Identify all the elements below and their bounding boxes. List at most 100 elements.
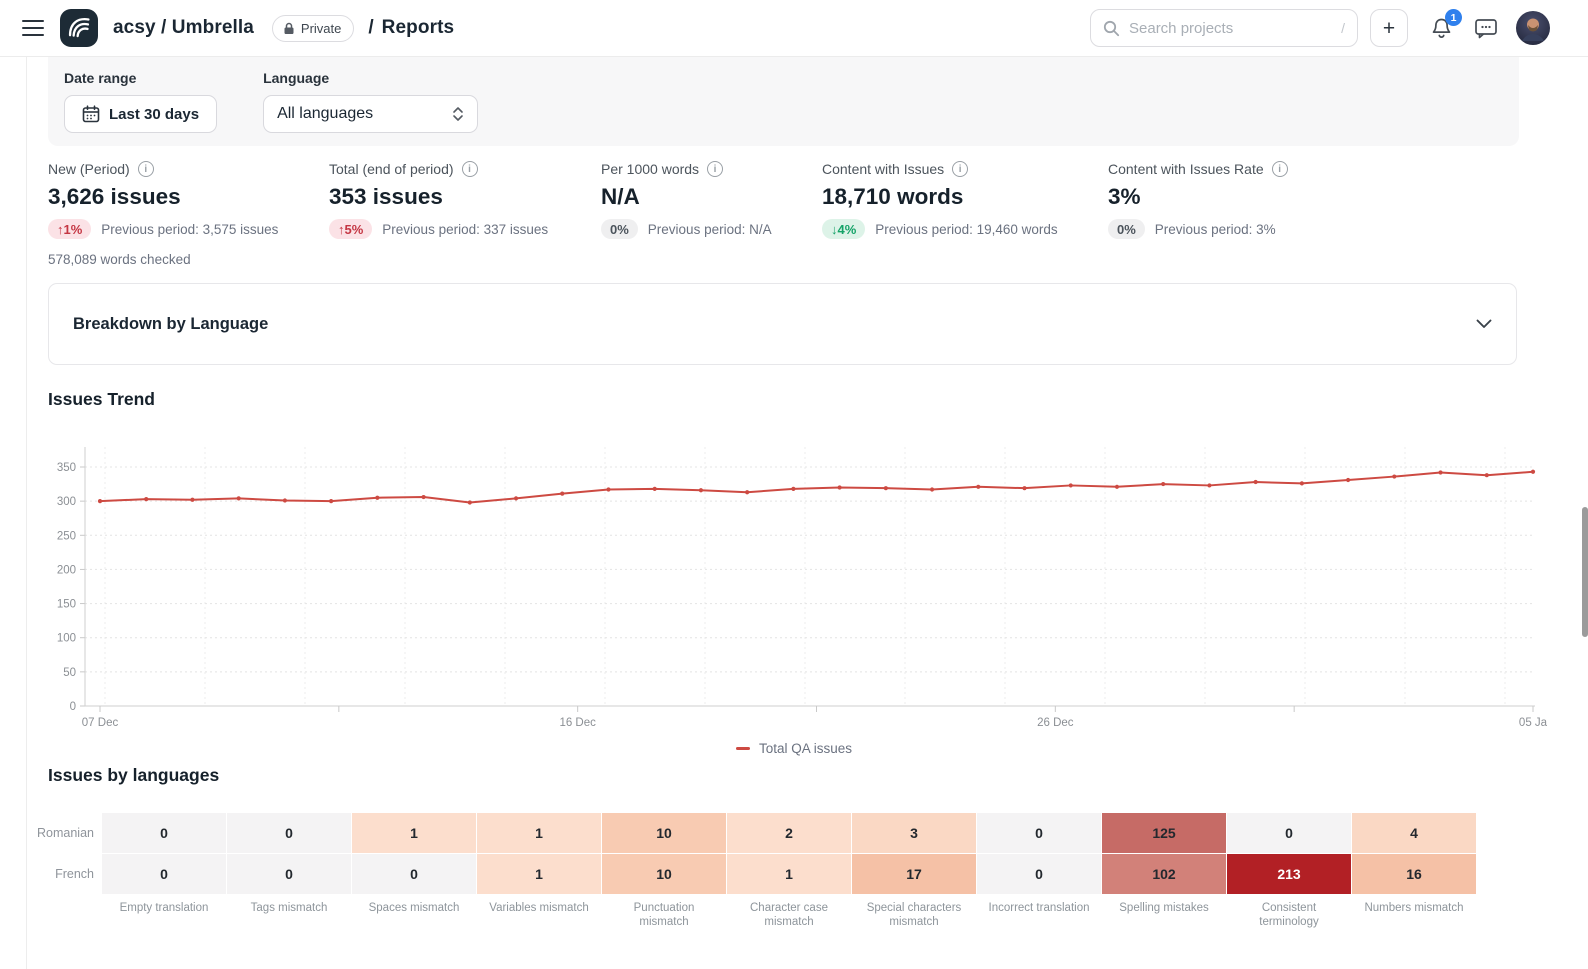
stat-value: 18,710 words — [822, 184, 1108, 210]
search-input[interactable] — [1129, 20, 1332, 37]
stat-value: 3% — [1108, 184, 1288, 210]
heatmap-cell[interactable]: 1 — [727, 854, 851, 894]
stat-previous-period: Previous period: 337 issues — [382, 222, 548, 237]
heatmap-row-label: Romanian — [48, 813, 102, 853]
notification-badge: 1 — [1445, 9, 1462, 26]
heatmap-cell[interactable]: 102 — [1102, 854, 1226, 894]
heatmap-row-label: French — [48, 854, 102, 894]
language-label: Language — [263, 70, 478, 86]
create-new-button[interactable]: + — [1370, 9, 1408, 47]
info-icon[interactable]: i — [462, 161, 478, 177]
heatmap-cell[interactable]: 1 — [352, 813, 476, 853]
info-icon[interactable]: i — [707, 161, 723, 177]
stat-previous-period: Previous period: 19,460 words — [875, 222, 1057, 237]
heatmap-cell[interactable]: 0 — [352, 854, 476, 894]
filters-panel: Date range Last 30 days Language All lan… — [48, 57, 1519, 146]
user-avatar[interactable] — [1516, 11, 1550, 45]
select-arrows-icon — [452, 106, 464, 122]
info-icon[interactable]: i — [952, 161, 968, 177]
heatmap-cell[interactable]: 0 — [1227, 813, 1351, 853]
stat-value: N/A — [601, 184, 822, 210]
date-range-button[interactable]: Last 30 days — [64, 95, 217, 133]
heatmap-cell[interactable]: 10 — [602, 854, 726, 894]
lock-icon — [283, 22, 295, 35]
breadcrumb-project[interactable]: acsy / Umbrella — [113, 17, 254, 39]
stat-words-checked: 578,089 words checked — [48, 252, 329, 267]
notifications-button[interactable]: 1 — [1430, 16, 1453, 40]
privacy-badge: Private — [272, 15, 354, 42]
svg-text:05 Ja: 05 Ja — [1519, 717, 1548, 729]
stat-delta-badge: ↑5% — [329, 219, 372, 239]
language-select-value: All languages — [277, 105, 373, 123]
heatmap-cell[interactable]: 17 — [852, 854, 976, 894]
svg-text:50: 50 — [63, 667, 76, 679]
svg-text:100: 100 — [57, 633, 76, 645]
date-range-label: Date range — [64, 70, 217, 86]
heatmap-cell[interactable]: 0 — [977, 854, 1101, 894]
navbar-right: / + 1 — [1090, 9, 1550, 47]
stat-value: 353 issues — [329, 184, 601, 210]
issues-trend-title: Issues Trend — [48, 389, 155, 410]
chat-icon — [1474, 17, 1498, 39]
stat-previous-period: Previous period: N/A — [648, 222, 772, 237]
avatar-photo — [1516, 11, 1550, 45]
heatmap-cell[interactable]: 3 — [852, 813, 976, 853]
calendar-icon — [82, 105, 100, 123]
reports-page: acsy / Umbrella Private / Reports / + — [0, 0, 1588, 969]
heatmap-cell[interactable]: 1 — [477, 813, 601, 853]
stat-label: Content with Issues — [822, 161, 944, 177]
breadcrumb-separator: / — [368, 17, 373, 39]
heatmap-cell[interactable]: 125 — [1102, 813, 1226, 853]
heatmap-column-label: Incorrect translation — [977, 902, 1101, 929]
stat-card: New (Period)i3,626 issues↑1%Previous per… — [48, 161, 329, 267]
svg-text:150: 150 — [57, 599, 76, 611]
heatmap-cell[interactable]: 10 — [602, 813, 726, 853]
feedback-button[interactable] — [1474, 17, 1498, 39]
stat-previous-period: Previous period: 3% — [1155, 222, 1276, 237]
heatmap-cell[interactable]: 0 — [102, 813, 226, 853]
heatmap-column-label: Spelling mistakes — [1102, 902, 1226, 929]
stat-label: Total (end of period) — [329, 161, 454, 177]
heatmap-cell[interactable]: 4 — [1352, 813, 1476, 853]
app-logo[interactable] — [60, 9, 98, 47]
heatmap-cell[interactable]: 0 — [977, 813, 1101, 853]
issues-trend-chart: 05010015020025030035007 Dec16 Dec26 Dec0… — [0, 440, 1588, 732]
issues-by-languages-title: Issues by languages — [48, 765, 219, 786]
info-icon[interactable]: i — [138, 161, 154, 177]
stat-card: Content with Issues Ratei3%0%Previous pe… — [1108, 161, 1288, 267]
heatmap-column-label: Empty translation — [102, 902, 226, 929]
date-range-value: Last 30 days — [109, 106, 199, 123]
heatmap-cell[interactable]: 2 — [727, 813, 851, 853]
heatmap-cell[interactable]: 16 — [1352, 854, 1476, 894]
svg-text:07 Dec: 07 Dec — [82, 717, 119, 729]
breakdown-title: Breakdown by Language — [73, 315, 268, 334]
privacy-badge-label: Private — [301, 21, 341, 36]
stats-row: New (Period)i3,626 issues↑1%Previous per… — [48, 161, 1519, 267]
heatmap-cell[interactable]: 0 — [102, 854, 226, 894]
heatmap-cell[interactable]: 0 — [227, 813, 351, 853]
svg-text:250: 250 — [57, 530, 76, 542]
page-title: Reports — [382, 17, 455, 39]
chart-legend-item[interactable]: Total QA issues — [0, 741, 1588, 756]
svg-text:26 Dec: 26 Dec — [1037, 717, 1074, 729]
heatmap-cell[interactable]: 1 — [477, 854, 601, 894]
heatmap-column-label: Consistent terminology — [1227, 902, 1351, 929]
search-box: / — [1090, 9, 1358, 47]
heatmap-column-label: Special characters mismatch — [852, 902, 976, 929]
breakdown-by-language-card[interactable]: Breakdown by Language — [48, 283, 1517, 365]
search-shortcut-hint: / — [1341, 20, 1345, 36]
info-icon[interactable]: i — [1272, 161, 1288, 177]
language-select[interactable]: All languages — [263, 95, 478, 133]
heatmap-cell[interactable]: 0 — [227, 854, 351, 894]
stat-card: Total (end of period) i 353 issues ↑5% Previ… — [329, 161, 601, 267]
hamburger-menu-icon[interactable] — [22, 20, 44, 36]
search-icon — [1103, 20, 1120, 37]
chevron-down-icon[interactable] — [1476, 319, 1492, 329]
stat-card: Content with Issuesi18,710 words↓4%Previ… — [822, 161, 1108, 267]
heatmap-cell[interactable]: 213 — [1227, 854, 1351, 894]
heatmap-column-label: Tags mismatch — [227, 902, 351, 929]
vertical-scrollbar[interactable] — [1582, 507, 1588, 637]
svg-text:16 Dec: 16 Dec — [559, 717, 596, 729]
legend-swatch — [736, 747, 750, 750]
stat-delta-badge: 0% — [601, 219, 638, 239]
